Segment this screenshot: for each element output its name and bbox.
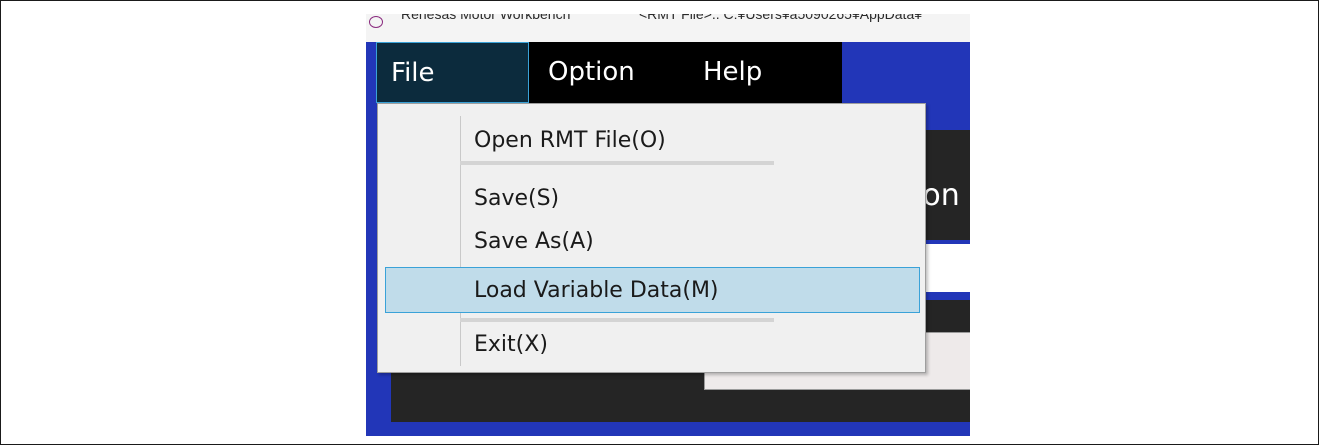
title-bar: Renesas Motor Workbench <RMT File>.. C:¥… [366,14,970,42]
menu-file[interactable]: File [376,42,529,103]
menu-gutter-divider [460,116,461,366]
menu-item-open-rmt-file[interactable]: Open RMT File(O) [474,128,666,153]
file-path-title: <RMT File>.. C:¥Users¥a5090265¥AppData¥ [639,14,923,22]
menu-separator [460,161,774,165]
renesas-logo-icon [369,16,383,28]
menu-item-save[interactable]: Save(S) [474,186,559,211]
menu-option[interactable]: Option [548,42,635,103]
menu-item-load-variable-data[interactable]: Load Variable Data(M) [474,278,719,303]
menu-item-save-as[interactable]: Save As(A) [474,229,594,254]
menu-item-exit[interactable]: Exit(X) [474,332,548,357]
file-dropdown-menu: Open RMT File(O) Save(S) Save As(A) Load… [377,103,926,373]
app-window: Renesas Motor Workbench <RMT File>.. C:¥… [366,14,970,436]
menu-bar: File Option Help [376,42,842,103]
menu-separator [460,318,774,322]
app-title: Renesas Motor Workbench [401,14,571,22]
menu-help[interactable]: Help [703,42,762,103]
